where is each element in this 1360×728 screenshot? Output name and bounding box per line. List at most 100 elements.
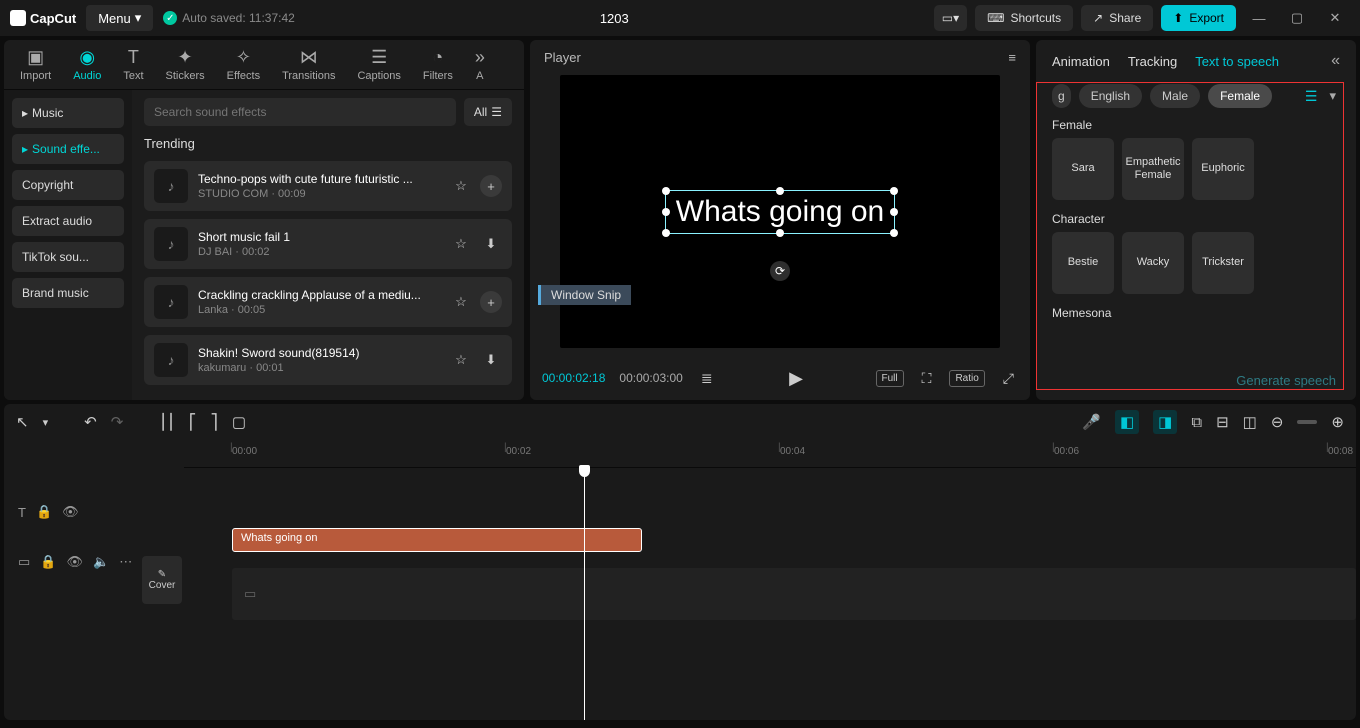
trim-left-tool[interactable]: ⎡ xyxy=(189,413,197,431)
list-icon[interactable]: ≣ xyxy=(697,368,717,389)
magnet-left-icon[interactable]: ◧ xyxy=(1115,410,1139,434)
full-button[interactable]: Full xyxy=(876,370,904,387)
playhead[interactable] xyxy=(584,468,585,720)
add-button[interactable]: + xyxy=(480,291,502,313)
lock-icon[interactable]: 🔒 xyxy=(40,554,56,570)
cat-sound-effects[interactable]: ▸ Sound effe... xyxy=(12,134,124,164)
tab-stickers[interactable]: ✦Stickers xyxy=(158,46,213,84)
tab-animation[interactable]: Animation xyxy=(1052,54,1110,69)
text-element[interactable]: Whats going on ⟳ xyxy=(665,190,895,234)
cover-button[interactable]: ✎ Cover xyxy=(142,556,182,604)
resize-handle[interactable] xyxy=(662,187,670,195)
sound-item[interactable]: ♪ Shakin! Sword sound(819514) kakumaru ·… xyxy=(144,335,512,385)
tab-filters[interactable]: ◔Filters xyxy=(415,46,461,84)
mute-icon[interactable]: 🔈 xyxy=(93,554,109,570)
magnet-right-icon[interactable]: ◨ xyxy=(1153,410,1177,434)
voice-wacky[interactable]: Wacky xyxy=(1122,232,1184,294)
filter-all-button[interactable]: All☰ xyxy=(464,98,512,126)
cat-brand-music[interactable]: Brand music xyxy=(12,278,124,308)
split-tool[interactable]: ⎮⎮ xyxy=(159,413,175,431)
tab-captions[interactable]: ☰Captions xyxy=(349,46,408,84)
favorite-button[interactable]: ☆ xyxy=(450,291,472,313)
text-clip[interactable]: Whats going on xyxy=(232,528,642,552)
filter-icon[interactable]: ☰ xyxy=(1305,88,1318,105)
resize-handle[interactable] xyxy=(662,229,670,237)
link-icon[interactable]: ⧉ xyxy=(1191,414,1202,431)
tab-transitions[interactable]: ⋈Transitions xyxy=(274,46,343,84)
voice-sara[interactable]: Sara xyxy=(1052,138,1114,200)
resize-handle[interactable] xyxy=(890,187,898,195)
play-button[interactable]: ▶ xyxy=(785,366,807,391)
video-track-empty[interactable]: ▭ xyxy=(232,568,1356,620)
crop-icon[interactable]: ⛶ xyxy=(918,368,936,389)
download-button[interactable]: ⬇ xyxy=(480,233,502,255)
chip-female[interactable]: Female xyxy=(1208,84,1272,108)
cat-copyright[interactable]: Copyright xyxy=(12,170,124,200)
voice-bestie[interactable]: Bestie xyxy=(1052,232,1114,294)
redo-button[interactable]: ↷ xyxy=(111,413,124,431)
tab-audio[interactable]: ◉Audio xyxy=(65,46,109,84)
pointer-tool[interactable]: ↖ xyxy=(16,413,29,431)
sound-item[interactable]: ♪ Short music fail 1 DJ BAI · 00:02 ☆ ⬇ xyxy=(144,219,512,269)
cat-tiktok-sound[interactable]: TikTok sou... xyxy=(12,242,124,272)
export-button[interactable]: ⬆ Export xyxy=(1161,5,1236,31)
chip-lang-partial[interactable]: g xyxy=(1052,84,1071,108)
voice-empathetic-female[interactable]: Empathetic Female xyxy=(1122,138,1184,200)
align-icon[interactable]: ⊟ xyxy=(1216,413,1229,431)
collapse-icon[interactable]: « xyxy=(1331,52,1340,70)
eye-icon[interactable]: 👁 xyxy=(62,504,79,520)
resize-handle[interactable] xyxy=(662,208,670,216)
tab-more[interactable]: »A xyxy=(467,46,493,84)
shortcuts-button[interactable]: ⌨ Shortcuts xyxy=(975,5,1073,31)
voice-euphoric[interactable]: Euphoric xyxy=(1192,138,1254,200)
favorite-button[interactable]: ☆ xyxy=(450,175,472,197)
tab-text[interactable]: TText xyxy=(115,46,151,84)
tool-dropdown[interactable]: ▾ xyxy=(43,416,49,429)
close-button[interactable]: ✕ xyxy=(1320,3,1350,33)
zoom-slider[interactable] xyxy=(1297,420,1317,424)
rotate-handle[interactable]: ⟳ xyxy=(770,261,790,281)
menu-button[interactable]: Menu ▾ xyxy=(86,5,153,31)
share-button[interactable]: ↗ Share xyxy=(1081,5,1153,31)
search-input[interactable] xyxy=(144,98,456,126)
trim-right-tool[interactable]: ⎤ xyxy=(210,413,218,431)
zoom-out-icon[interactable]: ⊖ xyxy=(1271,413,1284,431)
resize-handle[interactable] xyxy=(890,208,898,216)
undo-button[interactable]: ↶ xyxy=(84,413,97,431)
eye-icon[interactable]: 👁 xyxy=(66,554,83,570)
favorite-button[interactable]: ☆ xyxy=(450,349,472,371)
favorite-button[interactable]: ☆ xyxy=(450,233,472,255)
chip-english[interactable]: English xyxy=(1079,84,1142,108)
layout-button[interactable]: ▭▾ xyxy=(934,5,967,31)
cat-extract-audio[interactable]: Extract audio xyxy=(12,206,124,236)
maximize-button[interactable]: ▢ xyxy=(1282,3,1312,33)
tab-import[interactable]: ▣Import xyxy=(12,46,59,84)
mic-icon[interactable]: 🎤 xyxy=(1082,413,1101,431)
voice-trickster[interactable]: Trickster xyxy=(1192,232,1254,294)
lock-icon[interactable]: 🔒 xyxy=(36,504,52,520)
fullscreen-icon[interactable]: ⤢ xyxy=(999,368,1018,389)
minimize-button[interactable]: — xyxy=(1244,3,1274,33)
crop-timeline-icon[interactable]: ◫ xyxy=(1243,413,1257,431)
delete-tool[interactable]: ▢ xyxy=(232,413,246,431)
track-area[interactable]: 00:00 00:02 00:04 00:06 00:08 Whats goin… xyxy=(184,440,1356,720)
player-menu-icon[interactable]: ≡ xyxy=(1008,50,1016,65)
resize-handle[interactable] xyxy=(776,187,784,195)
resize-handle[interactable] xyxy=(776,229,784,237)
time-ruler[interactable]: 00:00 00:02 00:04 00:06 00:08 xyxy=(184,440,1356,468)
player-viewport[interactable]: Whats going on ⟳ xyxy=(560,75,1000,348)
resize-handle[interactable] xyxy=(890,229,898,237)
add-button[interactable]: + xyxy=(480,175,502,197)
cat-music[interactable]: ▸ Music xyxy=(12,98,124,128)
tab-text-to-speech[interactable]: Text to speech xyxy=(1195,54,1279,69)
sound-item[interactable]: ♪ Crackling crackling Applause of a medi… xyxy=(144,277,512,327)
generate-speech-button[interactable]: Generate speech xyxy=(1236,373,1336,388)
download-button[interactable]: ⬇ xyxy=(480,349,502,371)
more-icon[interactable]: ⋯ xyxy=(119,554,132,570)
tab-tracking[interactable]: Tracking xyxy=(1128,54,1177,69)
tab-effects[interactable]: ✧Effects xyxy=(219,46,268,84)
chip-male[interactable]: Male xyxy=(1150,84,1200,108)
ratio-button[interactable]: Ratio xyxy=(949,370,984,387)
zoom-fit-icon[interactable]: ⊕ xyxy=(1331,413,1344,431)
sound-item[interactable]: ♪ Techno-pops with cute future futuristi… xyxy=(144,161,512,211)
